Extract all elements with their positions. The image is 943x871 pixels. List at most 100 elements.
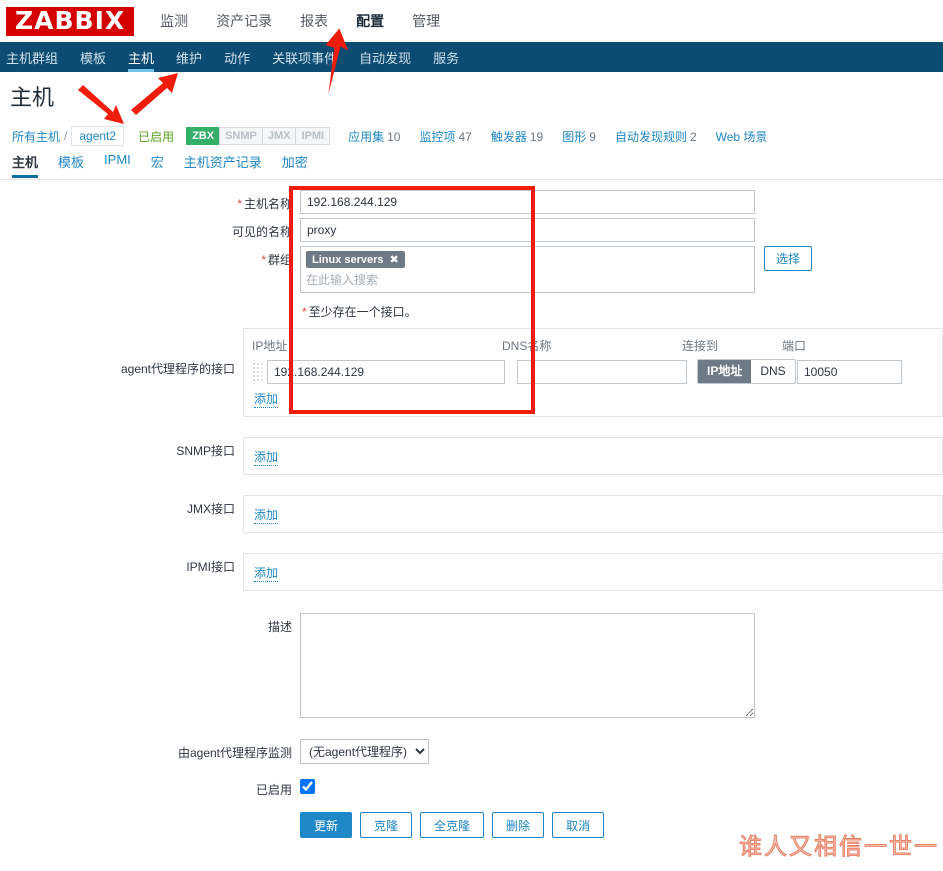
main-menu-item-monitoring[interactable]: 监测 bbox=[160, 11, 188, 31]
clone-button[interactable]: 克隆 bbox=[360, 812, 413, 838]
tab-encryption[interactable]: 加密 bbox=[282, 152, 308, 177]
watermark-text: 谁人又相信一世一 bbox=[739, 834, 939, 861]
annotation-arrow-hosts-tab bbox=[131, 73, 178, 115]
main-menu-item-administration[interactable]: 管理 bbox=[412, 11, 440, 31]
field-row-interface-hint: * 至少存在一个接口。 bbox=[0, 293, 943, 324]
tab-ipmi[interactable]: IPMI bbox=[104, 152, 131, 173]
field-row-visible-name: 可见的名称 bbox=[0, 214, 943, 242]
add-ipmi-interface-link[interactable]: 添加 bbox=[254, 564, 279, 582]
counter-web-scenarios: Web 场景 bbox=[716, 128, 771, 145]
full-clone-button[interactable]: 全克隆 bbox=[420, 812, 485, 838]
enabled-checkbox[interactable] bbox=[300, 779, 315, 794]
jmx-interface-box: 添加 bbox=[243, 495, 943, 533]
groups-search-placeholder[interactable]: 在此输入搜索 bbox=[306, 271, 749, 288]
description-textarea[interactable] bbox=[300, 613, 755, 718]
label-monitored-by-proxy: 由agent代理程序监测 bbox=[177, 746, 292, 760]
main-menu-item-configuration[interactable]: 配置 bbox=[356, 11, 384, 31]
counter-triggers-label[interactable]: 触发器 bbox=[491, 130, 527, 144]
interface-dns-input[interactable] bbox=[517, 359, 687, 384]
visible-name-input[interactable] bbox=[300, 218, 755, 242]
object-counters: 应用集 10 监控项 47 触发器 19 图形 9 自动发现规则 2 Web 场景 bbox=[348, 128, 770, 145]
interface-port-input[interactable] bbox=[797, 359, 902, 384]
column-header-port: 端口 bbox=[782, 339, 807, 353]
host-form: *主机名称 可见的名称 *群组 Linux servers ✖ bbox=[0, 186, 943, 838]
add-snmp-interface-link[interactable]: 添加 bbox=[254, 448, 279, 466]
counter-applications: 应用集 10 bbox=[348, 128, 400, 145]
counter-web-scenarios-label[interactable]: Web 场景 bbox=[716, 130, 768, 144]
field-row-ipmi-interface: IPMI接口 添加 bbox=[0, 549, 943, 591]
zabbix-logo[interactable]: ZABBIX bbox=[6, 6, 135, 36]
main-menu: 监测 资产记录 报表 配置 管理 bbox=[160, 11, 440, 31]
host-name-input[interactable] bbox=[300, 190, 755, 214]
subnav-item-correlation[interactable]: 关联项事件 bbox=[272, 42, 337, 72]
tab-templates[interactable]: 模板 bbox=[58, 152, 84, 177]
remove-icon[interactable]: ✖ bbox=[390, 253, 399, 266]
field-row-jmx-interface: JMX接口 添加 bbox=[0, 491, 943, 533]
subnav-item-hosts[interactable]: 主机 bbox=[128, 42, 155, 72]
group-chip-label: Linux servers bbox=[312, 253, 384, 266]
field-row-description: 描述 bbox=[0, 609, 943, 721]
subnav-item-maintenance[interactable]: 维护 bbox=[176, 42, 202, 72]
field-row-monitored-by-proxy: 由agent代理程序监测 (无agent代理程序) bbox=[0, 735, 943, 764]
delete-button[interactable]: 删除 bbox=[492, 812, 545, 838]
main-menu-item-inventory[interactable]: 资产记录 bbox=[216, 11, 272, 31]
annotation-arrow-agent2 bbox=[78, 85, 124, 124]
required-marker-host-name: * bbox=[237, 197, 242, 211]
counter-triggers-value: 19 bbox=[529, 129, 544, 144]
counter-discovery-rules-label[interactable]: 自动发现规则 bbox=[615, 130, 687, 144]
counter-items-label[interactable]: 监控项 bbox=[419, 130, 455, 144]
badge-ipmi[interactable]: IPMI bbox=[295, 127, 331, 145]
connect-to-toggle: IP地址 DNS bbox=[697, 359, 796, 384]
breadcrumb-separator: / bbox=[64, 129, 68, 143]
drag-handle-icon[interactable] bbox=[252, 361, 262, 382]
cancel-button[interactable]: 取消 bbox=[552, 812, 605, 838]
counter-graphs-label[interactable]: 图形 bbox=[562, 130, 586, 144]
badge-jmx[interactable]: JMX bbox=[261, 127, 296, 145]
field-row-agent-interface: agent代理程序的接口 IP地址 DNS名称 连接到 端口 192.168.2… bbox=[0, 324, 943, 417]
tab-host[interactable]: 主机 bbox=[12, 152, 39, 178]
main-menu-item-reports[interactable]: 报表 bbox=[300, 11, 328, 31]
counter-graphs: 图形 9 bbox=[562, 128, 596, 145]
label-groups: * 群组 bbox=[261, 253, 292, 267]
snmp-interface-box: 添加 bbox=[243, 437, 943, 475]
groups-multiselect[interactable]: Linux servers ✖ 在此输入搜索 bbox=[300, 246, 755, 293]
select-groups-button[interactable]: 选择 bbox=[764, 246, 813, 271]
column-header-connect-to: 连接到 bbox=[682, 339, 719, 353]
label-ipmi-interface: IPMI接口 bbox=[186, 560, 235, 574]
subnav-item-templates[interactable]: 模板 bbox=[80, 42, 106, 72]
breadcrumb-current-host[interactable]: agent2 bbox=[71, 126, 125, 146]
agent-interface-table: IP地址 DNS名称 连接到 端口 192.168.244.129 IP地址 D… bbox=[243, 328, 943, 417]
proxy-select[interactable]: (无agent代理程序) bbox=[300, 739, 429, 764]
top-bar: ZABBIX 监测 资产记录 报表 配置 管理 bbox=[0, 0, 943, 42]
interface-type-badges: ZBX SNMP JMX IPMI bbox=[186, 127, 331, 145]
update-button[interactable]: 更新 bbox=[300, 812, 353, 838]
interface-ip-input[interactable] bbox=[267, 359, 505, 384]
tab-host-inventory[interactable]: 主机资产记录 bbox=[184, 152, 262, 177]
field-row-snmp-interface: SNMP接口 添加 bbox=[0, 433, 943, 475]
badge-snmp[interactable]: SNMP bbox=[219, 127, 262, 145]
label-snmp-interface: SNMP接口 bbox=[176, 444, 235, 458]
subnav-item-services[interactable]: 服务 bbox=[433, 42, 459, 72]
form-tabs: 主机 模板 IPMI 宏 主机资产记录 加密 bbox=[0, 152, 943, 180]
subnav-item-host-groups[interactable]: 主机群组 bbox=[6, 42, 58, 72]
tab-macros[interactable]: 宏 bbox=[151, 152, 164, 177]
label-enabled: 已启用 bbox=[255, 783, 292, 797]
add-jmx-interface-link[interactable]: 添加 bbox=[254, 506, 279, 524]
group-chip: Linux servers ✖ bbox=[306, 251, 405, 268]
subnav-item-discovery[interactable]: 自动发现 bbox=[359, 42, 411, 72]
add-agent-interface-link[interactable]: 添加 bbox=[254, 390, 279, 408]
counter-discovery-rules-value: 2 bbox=[689, 129, 697, 144]
counter-graphs-value: 9 bbox=[589, 129, 596, 144]
host-status-badge[interactable]: 已启用 bbox=[138, 128, 174, 145]
counter-applications-label[interactable]: 应用集 bbox=[348, 130, 384, 144]
form-buttons: 更新 克隆 全克隆 删除 取消 bbox=[300, 802, 605, 838]
badge-zbx[interactable]: ZBX bbox=[186, 127, 220, 145]
label-jmx-interface: JMX接口 bbox=[186, 502, 235, 516]
label-host-name: * 主机名称 bbox=[237, 197, 292, 211]
breadcrumb: 所有主机 / agent2 已启用 ZBX SNMP JMX IPMI 应用集 1… bbox=[0, 122, 943, 150]
connect-to-option-ip[interactable]: IP地址 bbox=[698, 360, 752, 383]
connect-to-option-dns[interactable]: DNS bbox=[751, 360, 795, 383]
breadcrumb-all-hosts[interactable]: 所有主机 bbox=[12, 128, 60, 145]
label-description: 描述 bbox=[267, 620, 292, 634]
subnav-item-actions[interactable]: 动作 bbox=[224, 42, 250, 72]
